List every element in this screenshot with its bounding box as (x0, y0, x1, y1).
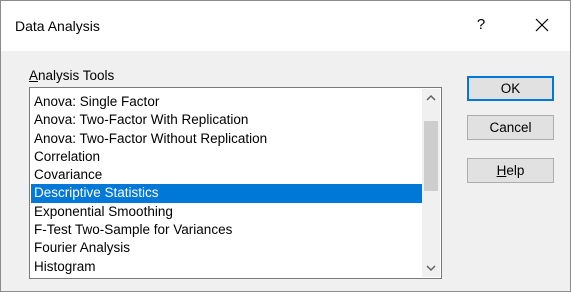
help-button-accel: H (496, 163, 507, 178)
list-item[interactable]: Correlation (31, 148, 422, 166)
analysis-tools-listbox[interactable]: Anova: Single Factor Anova: Two-Factor Wi… (29, 87, 442, 279)
dialog-title: Data Analysis (15, 18, 100, 34)
close-button[interactable] (528, 11, 556, 39)
ok-button[interactable]: OK (467, 76, 554, 101)
scroll-up-button[interactable] (422, 89, 440, 107)
context-help-button[interactable]: ? (471, 13, 491, 37)
data-analysis-dialog: Data Analysis ? Analysis Tools Anova: Si… (0, 0, 571, 292)
list-item[interactable]: F-Test Two-Sample for Variances (31, 221, 422, 239)
chevron-down-icon (426, 265, 436, 272)
analysis-tools-label-rest: nalysis Tools (38, 68, 115, 83)
list-item[interactable]: Exponential Smoothing (31, 203, 422, 221)
close-icon (535, 18, 549, 32)
cancel-button[interactable]: Cancel (467, 115, 554, 140)
analysis-tools-list: Anova: Single Factor Anova: Two-Factor Wi… (31, 93, 422, 276)
help-button[interactable]: Help (467, 158, 554, 183)
scroll-down-button[interactable] (422, 259, 440, 277)
list-item[interactable]: Anova: Single Factor (31, 93, 422, 111)
list-item[interactable]: Descriptive Statistics (31, 184, 422, 203)
list-item[interactable]: Anova: Two-Factor Without Replication (31, 130, 422, 148)
chevron-up-icon (426, 94, 436, 101)
analysis-tools-label-accel: A (29, 68, 39, 83)
title-bar: Data Analysis ? (1, 1, 570, 51)
analysis-tools-label: Analysis Tools (29, 68, 114, 83)
list-item[interactable]: Fourier Analysis (31, 239, 422, 257)
vertical-scrollbar[interactable] (422, 89, 440, 277)
scrollbar-thumb[interactable] (424, 121, 438, 191)
list-item[interactable]: Histogram (31, 258, 422, 276)
list-item[interactable]: Anova: Two-Factor With Replication (31, 111, 422, 129)
help-button-rest: elp (506, 163, 525, 178)
list-item[interactable]: Covariance (31, 166, 422, 184)
